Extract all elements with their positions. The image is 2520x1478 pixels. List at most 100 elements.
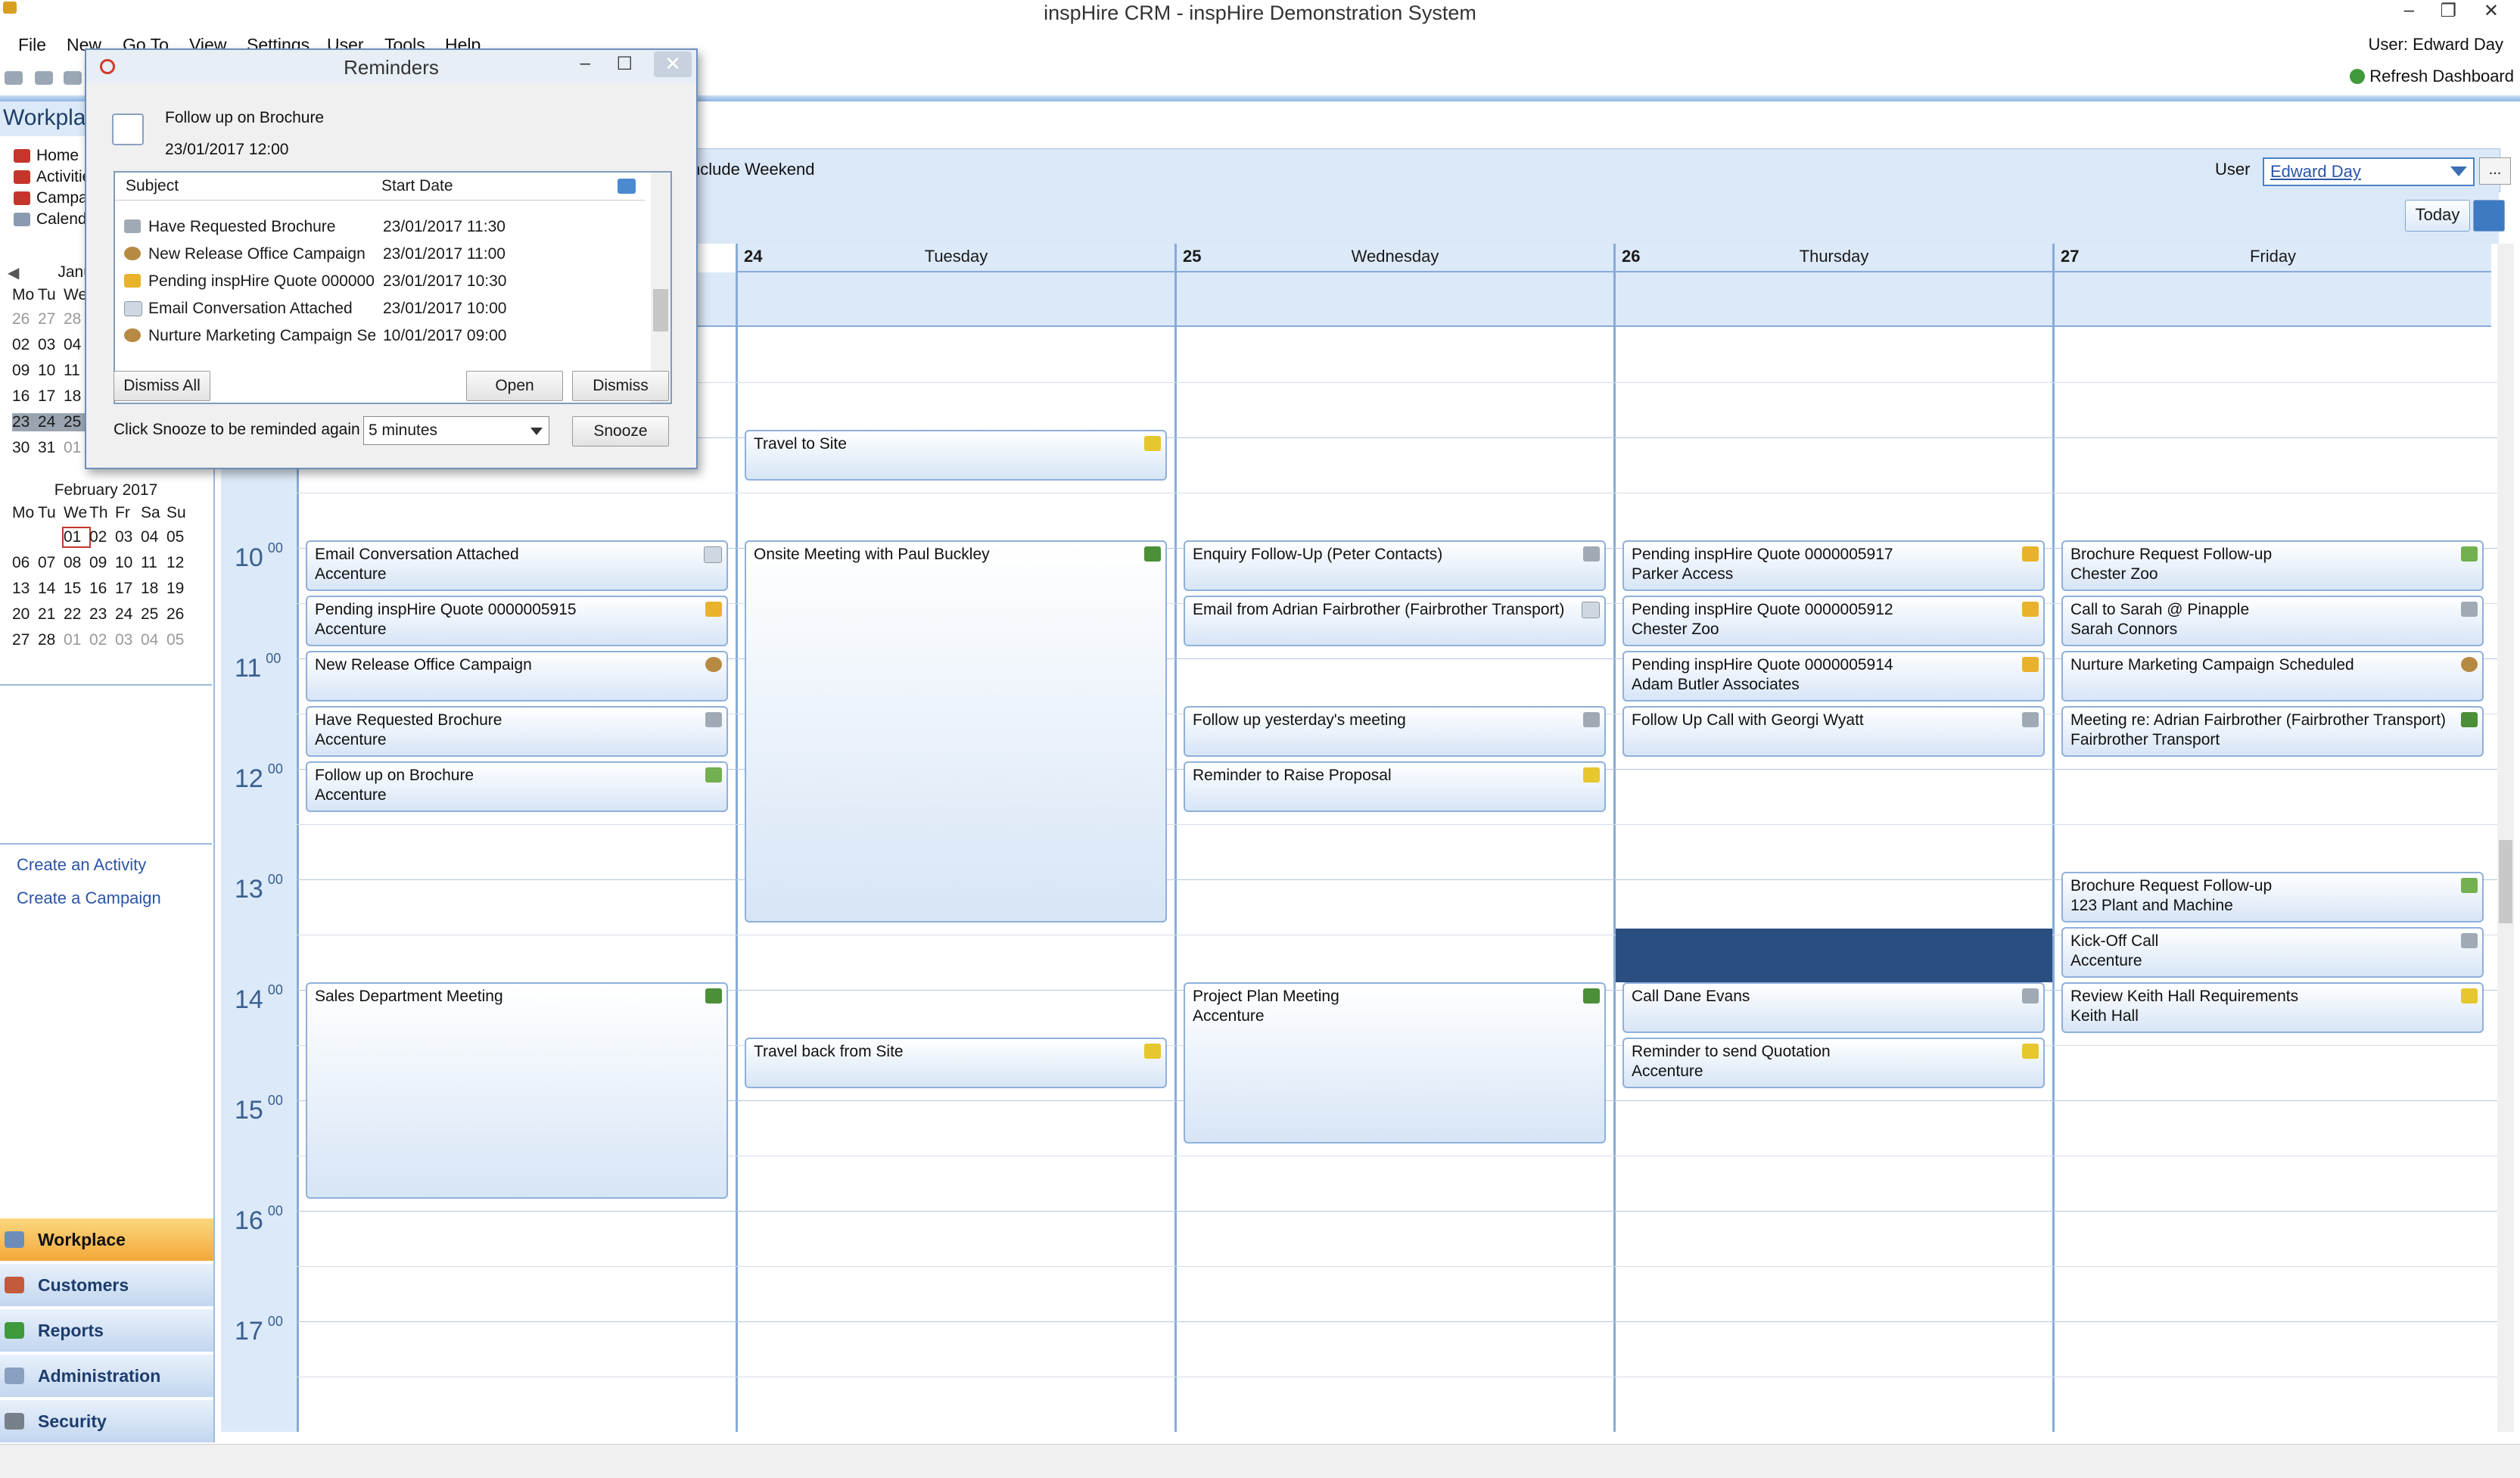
phone-icon [2461, 933, 2478, 948]
appointment[interactable]: Pending inspHire Quote 0000005912 Chester… [1622, 596, 2045, 646]
all-day-area[interactable] [2055, 272, 2491, 327]
appointment[interactable]: Follow up yesterday's meeting [1184, 706, 1606, 757]
appointment[interactable]: Nurture Marketing Campaign Scheduled [2061, 651, 2484, 702]
february-week-1[interactable]: 30310102030405 [12, 527, 192, 548]
selected-time-slot[interactable] [1616, 929, 2052, 982]
toolbar-print-icon[interactable] [64, 71, 82, 85]
appointment[interactable]: Pending inspHire Quote 0000005917 Parker … [1622, 540, 2045, 591]
appointment[interactable]: Travel to Site [745, 430, 1167, 481]
february-week-5[interactable]: 27 28 01 02 03 04 05 [12, 631, 192, 649]
appointment[interactable]: Project Plan Meeting Accenture [1184, 982, 1606, 1144]
all-day-area[interactable] [1616, 272, 2052, 327]
dialog-maximize-button[interactable]: ☐ [616, 53, 633, 75]
appointment[interactable]: Pending inspHire Quote 0000005915 Accentu… [306, 596, 728, 646]
nav-administration-button[interactable]: Administration [0, 1353, 213, 1397]
calendar-refresh-icon[interactable] [2473, 200, 2505, 232]
calendar-scroll-thumb[interactable] [2499, 840, 2512, 923]
all-day-area[interactable] [738, 272, 1174, 327]
appointment[interactable]: Kick-Off Call Accenture [2061, 927, 2484, 978]
restore-button[interactable]: ❐ [2440, 0, 2456, 22]
appointment[interactable]: Reminder to send Quotation Accenture [1622, 1038, 2045, 1088]
appointment[interactable]: Email from Adrian Fairbrother (Fairbroth… [1184, 596, 1606, 646]
reminder-row[interactable]: Nurture Marketing Campaign Se... 10/01/20… [121, 322, 643, 350]
appointment[interactable]: Follow Up Call with Georgi Wyatt [1622, 706, 2045, 757]
reminders-title: Reminders [344, 56, 439, 79]
dismiss-button[interactable]: Dismiss [572, 371, 669, 401]
current-reminder-subject: Follow up on Brochure [165, 109, 325, 126]
nav-reports-button[interactable]: Reports [0, 1308, 213, 1352]
reminders-scroll-thumb[interactable] [653, 289, 668, 331]
dismiss-all-button[interactable]: Dismiss All [114, 371, 210, 401]
appointment[interactable]: Pending inspHire Quote 0000005914 Adam Bu… [1622, 651, 2045, 702]
appointment[interactable]: Brochure Request Follow-up 123 Plant and … [2061, 872, 2484, 923]
calendar-scrollbar[interactable] [2497, 244, 2514, 1432]
appointment-company: Keith Hall [2070, 1007, 2139, 1025]
nav-workplace-button[interactable]: Workplace [0, 1217, 213, 1261]
dialog-minimize-button[interactable]: – [580, 53, 590, 74]
appointment-subject: Call to Sarah @ Pinapple [2070, 601, 2250, 618]
all-day-area[interactable] [1177, 272, 1613, 327]
nav-security-button[interactable]: Security [0, 1399, 213, 1442]
reminder-row[interactable]: Have Requested Brochure 23/01/2017 11:30 [121, 213, 643, 241]
appointment[interactable]: Have Requested Brochure Accenture [306, 706, 728, 757]
appointment[interactable]: Brochure Request Follow-up Chester Zoo [2061, 540, 2484, 591]
close-window-button[interactable]: ✕ [2484, 0, 2499, 22]
snooze-button[interactable]: Snooze [572, 416, 669, 447]
day-header[interactable]: 26 Thursday [1616, 244, 2052, 272]
appointment[interactable]: Travel back from Site [745, 1038, 1167, 1088]
appointment[interactable]: Follow up on Brochure Accenture [306, 761, 728, 812]
reminders-titlebar[interactable]: Reminders – ☐ ✕ [86, 50, 696, 83]
appointment[interactable]: Sales Department Meeting [306, 982, 728, 1199]
appointment-subject: Follow up yesterday's meeting [1193, 711, 1406, 729]
snooze-interval-select[interactable]: 5 minutes [363, 416, 549, 445]
appointment[interactable]: Reminder to Raise Proposal [1184, 761, 1606, 812]
appointment[interactable]: Call Dane Evans [1622, 982, 2045, 1033]
mail-icon [124, 301, 142, 316]
february-week-4[interactable]: 20 21 22 23 24 25 26 [12, 605, 192, 624]
create-activity-link[interactable]: Create an Activity [17, 855, 146, 875]
nav-home[interactable]: Home [14, 147, 79, 165]
appointment[interactable]: Review Keith Hall Requirements Keith Hall [2061, 982, 2484, 1033]
appointment-company: Accenture [315, 621, 387, 638]
reminder-row[interactable]: Email Conversation Attached 23/01/2017 10… [121, 295, 643, 322]
day-header[interactable]: 25 Wednesday [1177, 244, 1613, 272]
reminder-row[interactable]: New Release Office Campaign 23/01/2017 11… [121, 241, 643, 268]
appointment-subject: Follow up on Brochure [315, 767, 474, 784]
appointment[interactable]: Meeting re: Adrian Fairbrother (Fairbrot… [2061, 706, 2484, 757]
refresh-dashboard-button[interactable]: Refresh Dashboard [2350, 67, 2514, 86]
user-browse-button[interactable]: ... [2479, 157, 2511, 185]
create-campaign-link[interactable]: Create a Campaign [17, 888, 161, 908]
day-column[interactable] [1174, 244, 1616, 1432]
toolbar-phone-icon[interactable] [5, 71, 23, 85]
campaign-icon [2461, 657, 2478, 672]
toolbar-mail-icon[interactable] [35, 71, 53, 85]
menu-file[interactable]: File [18, 35, 46, 55]
day-column[interactable] [2052, 244, 2494, 1432]
time-slot-line [297, 1266, 2499, 1267]
administration-icon [5, 1368, 24, 1384]
day-header[interactable]: 27 Friday [2055, 244, 2491, 272]
appointment[interactable]: New Release Office Campaign [306, 651, 728, 702]
appointment[interactable]: Email Conversation Attached Accenture [306, 540, 728, 591]
february-week-2[interactable]: 06 07 08 09 10 11 12 [12, 554, 192, 572]
user-dropdown[interactable]: Edward Day [2263, 157, 2475, 186]
sort-icon[interactable] [618, 179, 636, 194]
appointment[interactable]: Onsite Meeting with Paul Buckley [745, 540, 1167, 923]
nav-customers-button[interactable]: Customers [0, 1262, 213, 1306]
day-column[interactable] [1613, 244, 2055, 1432]
reminder-row[interactable]: Pending inspHire Quote 000000... 23/01/20… [121, 268, 643, 295]
day-name: Tuesday [924, 247, 988, 266]
reminders-scrollbar[interactable] [651, 173, 670, 403]
today-button[interactable]: Today [2405, 200, 2470, 232]
day-header[interactable]: 24 Tuesday [738, 244, 1174, 272]
appointment[interactable]: Enquiry Follow-Up (Peter Contacts) [1184, 540, 1606, 591]
column-subject[interactable]: Subject [126, 177, 179, 195]
appointment-subject: Email from Adrian Fairbrother (Fairbroth… [1193, 601, 1565, 618]
open-button[interactable]: Open [466, 371, 563, 401]
february-week-3[interactable]: 13 14 15 16 17 18 19 [12, 580, 192, 598]
include-weekend-label[interactable]: nclude Weekend [691, 160, 815, 179]
column-start-date[interactable]: Start Date [381, 177, 453, 195]
dialog-close-button[interactable]: ✕ [654, 51, 692, 77]
minimize-button[interactable]: – [2404, 0, 2414, 21]
appointment[interactable]: Call to Sarah @ Pinapple Sarah Connors [2061, 596, 2484, 646]
